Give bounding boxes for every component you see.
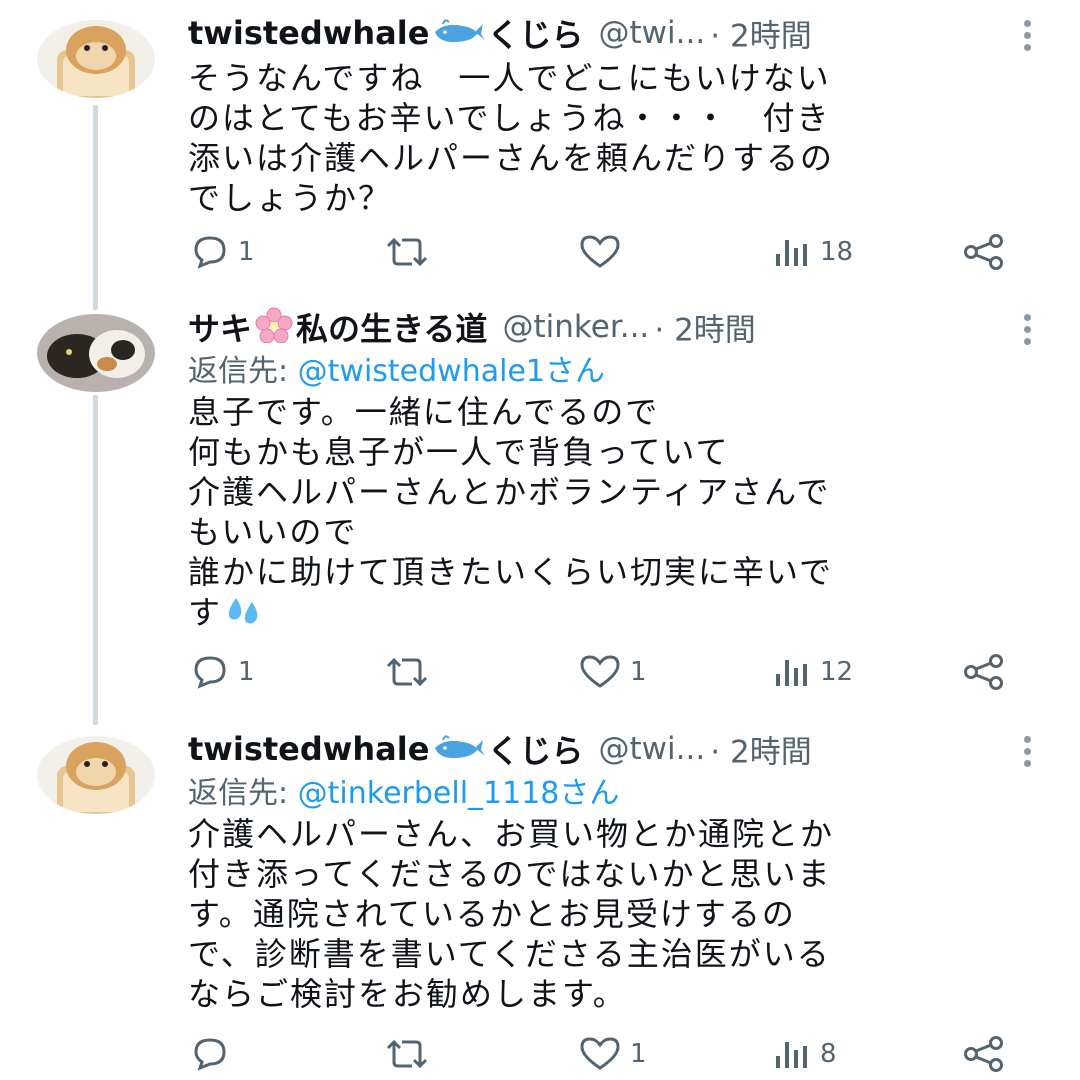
reply-to-label: 返信先: [188, 354, 298, 389]
reply-button[interactable]: 1 [190, 650, 255, 694]
timestamp[interactable]: · 2時間 [654, 313, 755, 349]
retweet-icon [386, 657, 428, 687]
author-name[interactable]: サキ [188, 310, 252, 348]
tweet-text-content: 息子です。一緒に住んでるので 何もかも息子が一人で背負っていて 介護ヘルパーさん… [188, 393, 834, 632]
author-handle[interactable]: @twi... [599, 15, 706, 51]
bar-chart-icon [776, 660, 807, 686]
views-button[interactable]: 12 [772, 650, 853, 694]
avatar[interactable] [37, 20, 155, 98]
views-button[interactable]: 8 [772, 1032, 837, 1076]
tweet-header: サキ 私の生きる道 @tinker... · 2時間 [188, 304, 1048, 352]
heart-icon [580, 235, 620, 268]
reply-icon [194, 1038, 226, 1071]
reply-to: 返信先: @tinkerbell_1118さん [188, 768, 619, 812]
retweet-button[interactable] [384, 650, 438, 694]
like-button[interactable] [578, 230, 630, 274]
tweet-header: twistedwhale くじら @twi... · 2時間 [188, 726, 1048, 774]
reply-count: 1 [238, 657, 255, 687]
like-count: 1 [630, 1039, 647, 1069]
tweet-header: twistedwhale くじら @twi... · 2時間 [188, 10, 1048, 58]
bar-chart-icon [776, 1042, 807, 1068]
author-suffix[interactable]: 私の生きる道 [296, 310, 487, 348]
reply-to-label: 返信先: [188, 776, 298, 811]
more-options-icon[interactable] [1024, 314, 1032, 350]
share-button[interactable] [962, 1032, 1006, 1076]
sweat-droplets-icon [224, 592, 264, 637]
reply-icon [194, 236, 226, 269]
view-count: 8 [820, 1039, 837, 1069]
tweet-text: 介護ヘルパーさん、お買い物とか通院とか 付き添ってくださるのではないかと思いま … [188, 815, 835, 1013]
share-button[interactable] [962, 650, 1006, 694]
view-count: 18 [820, 237, 854, 267]
reply-button[interactable]: 1 [190, 230, 255, 274]
reply-to-link[interactable]: @twistedwhale1さん [298, 354, 605, 389]
whale-icon [431, 732, 486, 766]
tweet-actions: 1 1 12 [0, 650, 1080, 694]
timestamp[interactable]: · 2時間 [710, 19, 811, 55]
share-button[interactable] [962, 230, 1006, 274]
tweet[interactable]: twistedwhale くじら @twi... · 2時間 返信先: @tink… [0, 726, 1080, 1080]
reply-to: 返信先: @twistedwhale1さん [188, 346, 605, 390]
views-button[interactable]: 18 [772, 230, 853, 274]
retweet-button[interactable] [384, 230, 438, 274]
cherry-blossom-icon [254, 307, 294, 347]
timestamp[interactable]: · 2時間 [710, 735, 811, 771]
share-icon [964, 234, 1003, 270]
retweet-button[interactable] [384, 1032, 438, 1076]
like-count: 1 [630, 657, 647, 687]
author-handle[interactable]: @twi... [599, 731, 706, 767]
tweet-text: 息子です。一緒に住んでるので 何もかも息子が一人で背負っていて 介護ヘルパーさん… [188, 392, 1048, 637]
tweet[interactable]: twistedwhale くじら @twi... · 2時間 そうなんですね 一人… [0, 10, 1080, 290]
heart-icon [580, 655, 620, 688]
heart-icon [580, 1037, 620, 1070]
reply-count: 1 [238, 237, 255, 267]
tweet[interactable]: サキ 私の生きる道 @tinker... · 2時間 返信先: @twistedw… [0, 304, 1080, 714]
avatar[interactable] [37, 736, 155, 814]
author-name[interactable]: twistedwhale [188, 730, 429, 768]
whale-icon [431, 16, 486, 50]
more-options-icon[interactable] [1024, 736, 1032, 772]
reply-to-link[interactable]: @tinkerbell_1118さん [298, 776, 620, 811]
author-name[interactable]: twistedwhale [188, 14, 429, 52]
tweet-actions: 1 18 [0, 230, 1080, 274]
like-button[interactable]: 1 [578, 650, 647, 694]
author-suffix[interactable]: くじら [487, 16, 583, 54]
retweet-icon [386, 237, 428, 267]
share-icon [964, 654, 1003, 690]
avatar[interactable] [37, 314, 155, 392]
author-handle[interactable]: @tinker... [502, 309, 649, 345]
view-count: 12 [820, 657, 854, 687]
tweet-actions: 1 8 [0, 1032, 1080, 1076]
author-suffix[interactable]: くじら [487, 732, 583, 770]
like-button[interactable]: 1 [578, 1032, 647, 1076]
share-icon [964, 1036, 1003, 1072]
reply-button[interactable] [190, 1032, 238, 1076]
reply-icon [194, 656, 226, 689]
bar-chart-icon [776, 240, 807, 266]
more-options-icon[interactable] [1024, 20, 1032, 56]
tweet-text: そうなんですね 一人でどこにもいけない のはとてもお辛いでしょうね・・・ 付き … [188, 59, 835, 217]
retweet-icon [386, 1039, 428, 1069]
